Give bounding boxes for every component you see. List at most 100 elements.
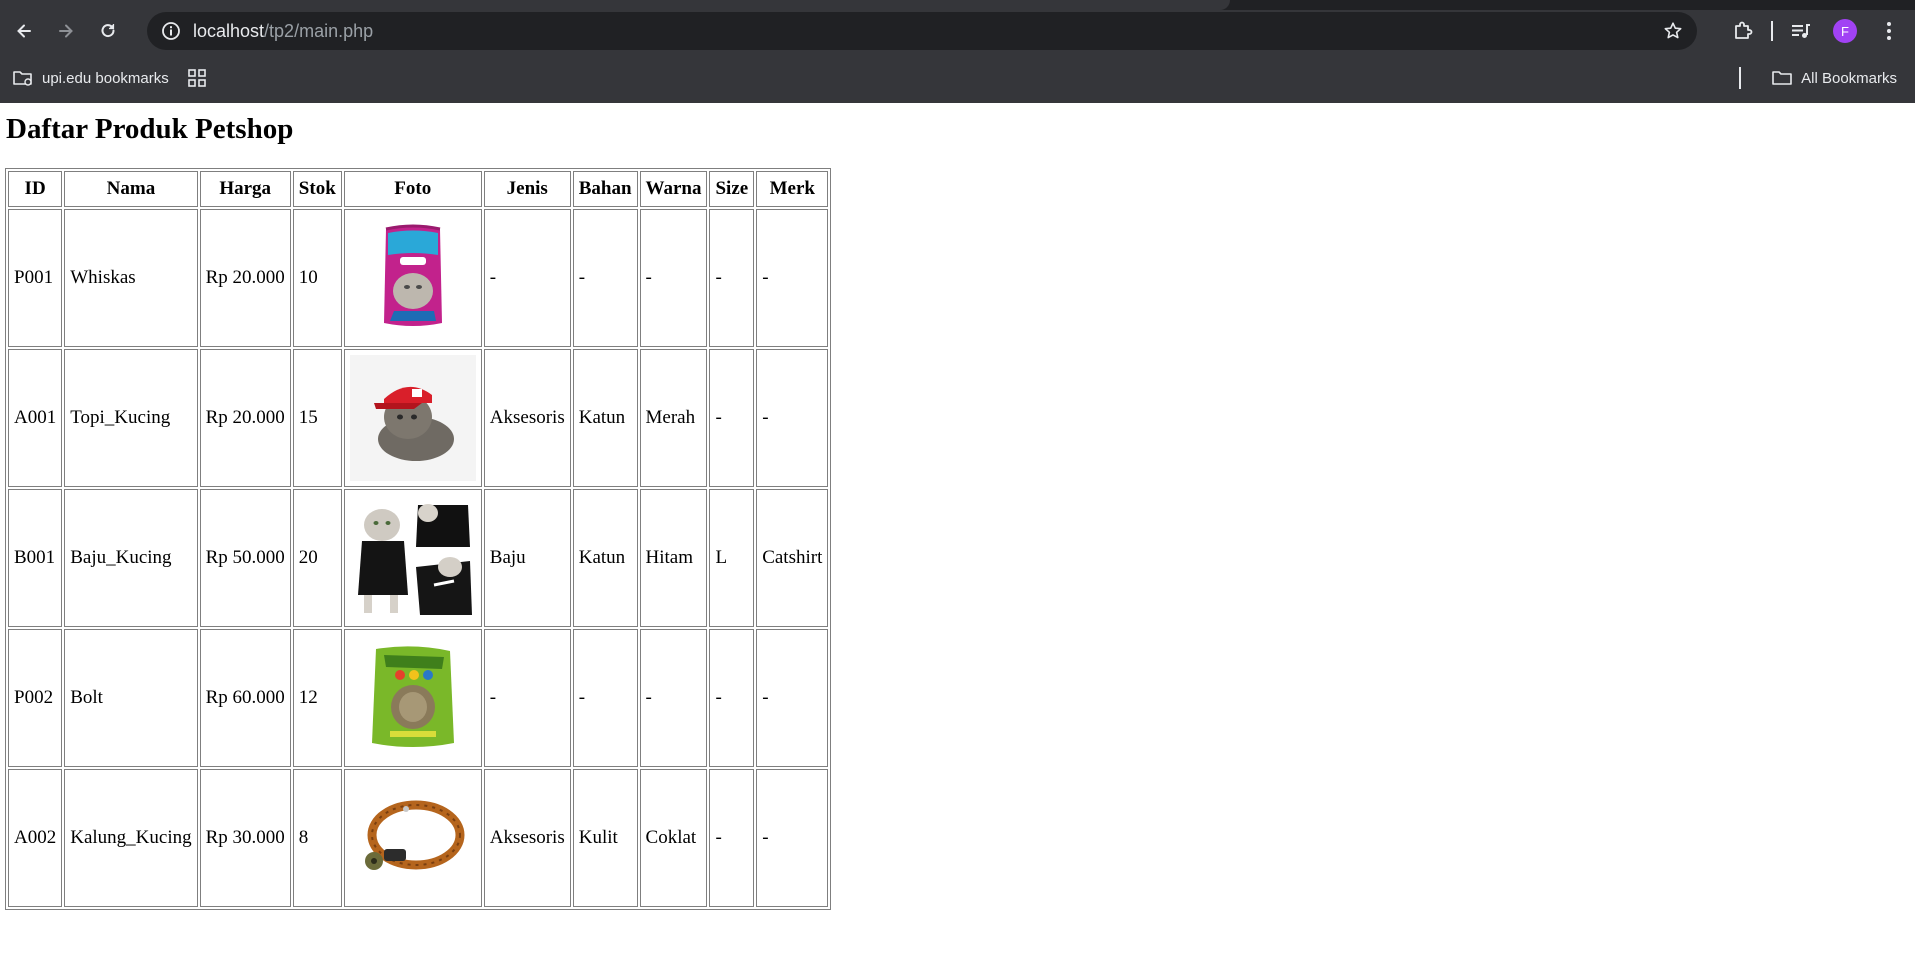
column-header-merk: Merk — [756, 171, 829, 207]
cell-jenis: Aksesoris — [483, 349, 571, 487]
cell-harga: Rp 60.000 — [199, 629, 291, 767]
kebab-menu-icon — [1887, 22, 1891, 40]
cell-foto — [343, 769, 482, 907]
profile-button[interactable]: F — [1827, 13, 1863, 49]
managed-folder-icon — [13, 71, 32, 86]
cell-foto — [343, 629, 482, 767]
cell-harga: Rp 20.000 — [199, 349, 291, 487]
cell-jenis: - — [483, 209, 571, 347]
cell-size: - — [709, 209, 755, 347]
cell-harga: Rp 50.000 — [199, 489, 291, 627]
cell-nama: Whiskas — [64, 209, 198, 347]
column-header-harga: Harga — [199, 171, 291, 207]
cell-size: L — [709, 489, 755, 627]
cell-size: - — [709, 769, 755, 907]
playlist-icon — [1792, 24, 1810, 38]
address-bar[interactable]: localhost/tp2/main.php — [147, 12, 1697, 50]
cell-warna: - — [639, 629, 708, 767]
cell-bahan: - — [572, 209, 638, 347]
bookmark-star-button[interactable] — [1661, 19, 1685, 43]
cell-bahan: Kulit — [572, 769, 638, 907]
cell-jenis: - — [483, 629, 571, 767]
extensions-button[interactable] — [1725, 13, 1761, 49]
reload-button[interactable] — [90, 13, 126, 49]
toolbar-separator — [1771, 21, 1773, 41]
cell-bahan: - — [572, 629, 638, 767]
cell-warna: Hitam — [639, 489, 708, 627]
all-bookmarks-area: All Bookmarks — [1739, 58, 1897, 98]
forward-arrow-icon — [59, 24, 73, 38]
cell-nama: Bolt — [64, 629, 198, 767]
cell-nama: Baju_Kucing — [64, 489, 198, 627]
back-arrow-icon — [17, 24, 31, 38]
toolbar-actions: F — [1725, 10, 1915, 52]
column-header-bahan: Bahan — [572, 171, 638, 207]
active-tab[interactable] — [0, 0, 1230, 10]
column-header-foto: Foto — [343, 171, 482, 207]
cell-size: - — [709, 349, 755, 487]
cell-foto — [343, 489, 482, 627]
cell-stok: 10 — [292, 209, 342, 347]
url-host: localhost — [193, 20, 265, 41]
cell-warna: Merah — [639, 349, 708, 487]
column-header-jenis: Jenis — [483, 171, 571, 207]
table-row: A001 Topi_Kucing Rp 20.000 15 Aksesoris … — [8, 349, 829, 487]
cell-stok: 8 — [292, 769, 342, 907]
back-button[interactable] — [6, 13, 42, 49]
folder-icon — [1772, 71, 1792, 85]
media-controls-button[interactable] — [1783, 13, 1819, 49]
cell-id: B001 — [8, 489, 63, 627]
cell-merk: Catshirt — [756, 489, 829, 627]
cell-id: P002 — [8, 629, 63, 767]
bolt-food-bag-image — [349, 635, 476, 761]
forward-button[interactable] — [48, 13, 84, 49]
cell-bahan: Katun — [572, 349, 638, 487]
page-title: Daftar Produk Petshop — [6, 113, 294, 145]
url-text[interactable]: localhost/tp2/main.php — [193, 21, 373, 42]
cell-bahan: Katun — [572, 489, 638, 627]
cat-with-red-cap-image — [349, 355, 476, 481]
cell-nama: Kalung_Kucing — [64, 769, 198, 907]
cell-merk: - — [756, 349, 829, 487]
cell-nama: Topi_Kucing — [64, 349, 198, 487]
cell-jenis: Aksesoris — [483, 769, 571, 907]
browser-toolbar: localhost/tp2/main.php F — [0, 10, 1915, 52]
whiskas-bag-image — [349, 215, 476, 341]
column-header-size: Size — [709, 171, 755, 207]
bookmarks-bar: upi.edu bookmarks All Bookmarks — [0, 58, 1915, 98]
cell-jenis: Baju — [483, 489, 571, 627]
bookmark-folder-upi[interactable]: upi.edu bookmarks — [12, 68, 169, 88]
url-path: /tp2/main.php — [264, 20, 374, 41]
cell-merk: - — [756, 769, 829, 907]
cell-id: A002 — [8, 769, 63, 907]
puzzle-piece-icon — [1735, 21, 1753, 39]
cell-stok: 12 — [292, 629, 342, 767]
cell-id: A001 — [8, 349, 63, 487]
page-content: Daftar Produk Petshop ID Nama Harga Stok… — [0, 113, 1915, 910]
cell-merk: - — [756, 209, 829, 347]
cell-harga: Rp 30.000 — [199, 769, 291, 907]
cell-merk: - — [756, 629, 829, 767]
cell-foto — [343, 349, 482, 487]
browser-chrome: localhost/tp2/main.php F upi.edu bookmar… — [0, 0, 1915, 103]
avatar: F — [1833, 19, 1857, 43]
all-bookmarks-button[interactable]: All Bookmarks — [1771, 68, 1897, 88]
cell-harga: Rp 20.000 — [199, 209, 291, 347]
cell-warna: Coklat — [639, 769, 708, 907]
product-table: ID Nama Harga Stok Foto Jenis Bahan Warn… — [5, 168, 832, 910]
bookmark-label: upi.edu bookmarks — [42, 69, 169, 87]
table-row: A002 Kalung_Kucing Rp 30.000 8 Aksesoris… — [8, 769, 829, 907]
cat-collar-image — [349, 775, 476, 901]
chrome-menu-button[interactable] — [1871, 13, 1907, 49]
table-header-row: ID Nama Harga Stok Foto Jenis Bahan Warn… — [8, 171, 829, 207]
table-row: P002 Bolt Rp 60.000 12 - - - - - — [8, 629, 829, 767]
column-header-id: ID — [8, 171, 63, 207]
table-row: P001 Whiskas Rp 20.000 10 - - - - - — [8, 209, 829, 347]
bookmarks-separator — [1739, 67, 1742, 89]
cell-id: P001 — [8, 209, 63, 347]
apps-grid-icon[interactable] — [187, 68, 207, 88]
column-header-stok: Stok — [292, 171, 342, 207]
site-info-button[interactable] — [153, 13, 189, 49]
cell-warna: - — [639, 209, 708, 347]
cat-in-black-shirt-image — [349, 495, 476, 621]
